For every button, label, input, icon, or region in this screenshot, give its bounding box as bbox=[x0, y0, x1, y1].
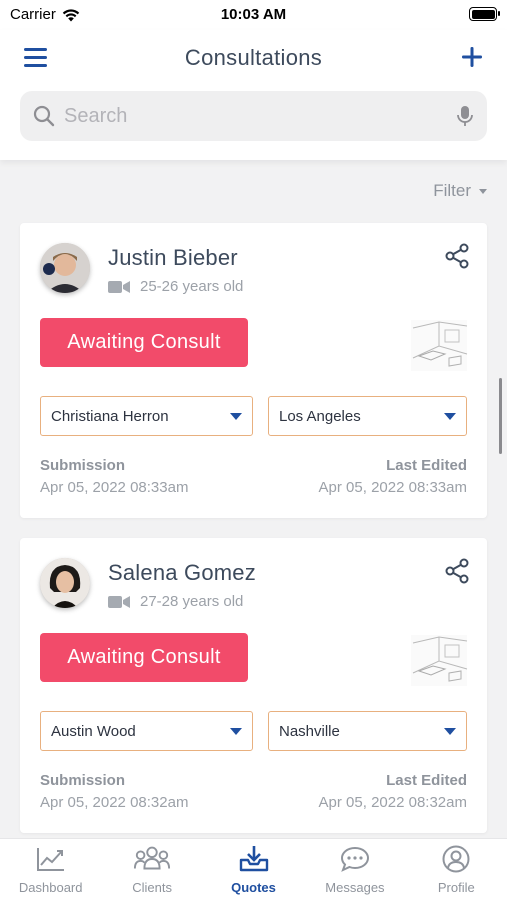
share-icon[interactable] bbox=[445, 558, 469, 584]
app-header: Consultations bbox=[0, 30, 507, 160]
last-edited-label: Last Edited bbox=[386, 457, 467, 474]
video-camera-icon bbox=[108, 595, 130, 608]
location-value: Los Angeles bbox=[279, 407, 361, 425]
avatar bbox=[40, 243, 90, 293]
tab-messages[interactable]: Messages bbox=[304, 839, 405, 900]
search-icon bbox=[33, 105, 55, 127]
last-edited-date: Apr 05, 2022 08:32am bbox=[318, 794, 467, 811]
consultant-value: Christiana Herron bbox=[51, 407, 169, 425]
scrollbar[interactable] bbox=[499, 378, 502, 454]
status-button[interactable]: Awaiting Consult bbox=[40, 318, 248, 367]
chevron-down-icon bbox=[444, 412, 456, 420]
inbox-download-icon bbox=[239, 846, 268, 872]
submission-label: Submission bbox=[40, 457, 126, 474]
location-select[interactable]: Nashville bbox=[268, 711, 467, 751]
location-select[interactable]: Los Angeles bbox=[268, 396, 467, 436]
client-name: Salena Gomez bbox=[108, 560, 256, 585]
tab-clients[interactable]: Clients bbox=[101, 839, 202, 900]
last-edited-date: Apr 05, 2022 08:33am bbox=[318, 479, 467, 496]
chevron-down-icon bbox=[230, 412, 242, 420]
tab-quotes[interactable]: Quotes bbox=[203, 839, 304, 900]
tab-label: Profile bbox=[437, 880, 475, 895]
tab-label: Clients bbox=[132, 880, 172, 895]
consultant-select[interactable]: Austin Wood bbox=[40, 711, 253, 751]
share-icon[interactable] bbox=[445, 243, 469, 269]
chevron-down-icon bbox=[230, 727, 242, 735]
status-bar: Carrier 10:03 AM bbox=[0, 0, 507, 30]
page-title: Consultations bbox=[184, 45, 323, 70]
chart-icon bbox=[36, 848, 64, 871]
plus-icon bbox=[462, 47, 482, 67]
clock: 10:03 AM bbox=[220, 6, 287, 23]
tab-profile[interactable]: Profile bbox=[406, 839, 507, 900]
avatar bbox=[40, 558, 90, 608]
chat-icon bbox=[340, 846, 369, 872]
user-circle-icon bbox=[442, 845, 470, 873]
microphone-icon[interactable] bbox=[455, 104, 475, 128]
client-age: 27-28 years old bbox=[140, 593, 244, 610]
consultation-card[interactable]: Salena Gomez 27-28 years old Awaiting Co… bbox=[20, 538, 487, 833]
search-input[interactable] bbox=[56, 104, 455, 128]
consultation-card[interactable]: Justin Bieber 25-26 years old Awaiting C… bbox=[20, 223, 487, 518]
status-button[interactable]: Awaiting Consult bbox=[40, 633, 248, 682]
tab-dashboard[interactable]: Dashboard bbox=[0, 839, 101, 900]
submission-date: Apr 05, 2022 08:33am bbox=[40, 479, 189, 496]
chevron-down-icon bbox=[479, 188, 487, 194]
video-camera-icon bbox=[108, 280, 130, 293]
client-age: 25-26 years old bbox=[140, 278, 244, 295]
search-bar[interactable] bbox=[20, 91, 487, 141]
submission-label: Submission bbox=[40, 772, 126, 789]
client-name: Justin Bieber bbox=[108, 245, 238, 270]
consultant-value: Austin Wood bbox=[51, 722, 136, 740]
tab-label: Dashboard bbox=[18, 880, 83, 895]
client-meta: 25-26 years old bbox=[108, 278, 243, 295]
tab-label: Quotes bbox=[231, 880, 276, 895]
tab-bar: Dashboard Clients Quotes Messages Profil… bbox=[0, 838, 507, 900]
chevron-down-icon bbox=[444, 727, 456, 735]
add-consultation-button[interactable] bbox=[459, 42, 485, 72]
consultant-select[interactable]: Christiana Herron bbox=[40, 396, 253, 436]
filter-label: Filter bbox=[433, 181, 471, 200]
filter-button[interactable]: Filter bbox=[433, 181, 487, 201]
battery-icon bbox=[469, 7, 500, 21]
room-sketch-image bbox=[411, 635, 468, 686]
location-value: Nashville bbox=[279, 722, 340, 740]
room-sketch-image bbox=[411, 320, 468, 371]
submission-date: Apr 05, 2022 08:32am bbox=[40, 794, 189, 811]
users-icon bbox=[134, 846, 171, 870]
last-edited-label: Last Edited bbox=[386, 772, 467, 789]
tab-label: Messages bbox=[325, 880, 385, 895]
client-meta: 27-28 years old bbox=[108, 593, 243, 610]
